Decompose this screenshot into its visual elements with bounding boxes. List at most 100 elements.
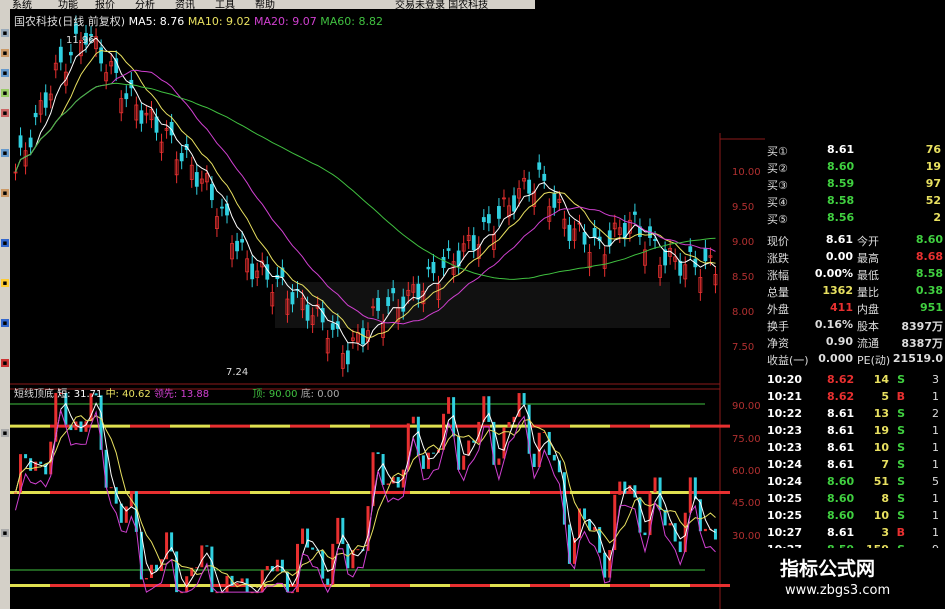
tick-row: 10:24 8.60 51 S 5: [765, 474, 945, 490]
tick-side: S: [897, 492, 905, 505]
tick-price: 8.60: [827, 509, 855, 522]
low-label: 7.24: [226, 367, 248, 378]
tool-icon[interactable]: ▪: [1, 89, 9, 97]
tick-price: 8.61: [827, 458, 855, 471]
ind-y-tick: 90.00: [732, 401, 761, 412]
tool-icon[interactable]: ▪: [1, 529, 9, 537]
tick-count: 1: [932, 492, 939, 505]
side-toolbar: ▪ ▪ ▪ ▪ ▪ ▪ ▪ ▪ ▪ ▪ ▪ ▪ ▪: [0, 9, 10, 609]
y-tick: 8.50: [732, 272, 754, 283]
tick-time: 10:27: [767, 526, 803, 539]
tick-volume: 7: [881, 458, 889, 471]
tick-side: B: [896, 526, 905, 539]
tick-row: 10:27 8.61 3 B 1: [765, 525, 945, 541]
stat-label: 总量: [767, 286, 789, 299]
tool-icon[interactable]: ▪: [1, 319, 9, 327]
tick-price: 8.61: [827, 526, 855, 539]
tick-row: 10:21 8.62 5 B 1: [765, 389, 945, 405]
stat-value: 0.38: [915, 284, 943, 297]
tick-price: 8.61: [827, 441, 855, 454]
y-tick: 9.50: [732, 202, 754, 213]
stat-label: 量比: [857, 286, 879, 299]
bid-row: 买⑤ 8.56 2: [765, 210, 945, 226]
stat-row: 涨跌 0.00 最高 8.68: [765, 249, 945, 265]
y-tick: 9.00: [732, 237, 754, 248]
ma5-label: MA5: 8.76: [128, 15, 185, 28]
menu-item[interactable]: 系统: [12, 0, 32, 9]
stat-value: 8.58: [915, 267, 943, 280]
watermark: 指标公式网 www.zbgs3.com: [730, 548, 945, 609]
bid-label: 买⑤: [767, 213, 788, 226]
stat-value: 21519.0: [892, 352, 943, 365]
tick-row: 10:25 8.60 10 S 1: [765, 508, 945, 524]
tool-icon[interactable]: ▪: [1, 359, 9, 367]
stat-label: 今开: [857, 235, 879, 248]
bid-price: 8.61: [827, 143, 855, 156]
stat-label: 外盘: [767, 303, 789, 316]
bid-volume: 2: [933, 211, 941, 224]
stat-value: 8.68: [915, 250, 943, 263]
stat-label: 股本: [857, 320, 879, 333]
menu-item[interactable]: 功能: [58, 0, 78, 9]
stat-value: 951: [920, 301, 943, 314]
tool-icon[interactable]: ▪: [1, 69, 9, 77]
bid-volume: 52: [925, 194, 941, 207]
main-chart-header: 国农科技(日线 前复权) MA5: 8.76 MA10: 9.02 MA20: …: [14, 13, 383, 29]
ma60-label: MA60: 8.82: [320, 15, 383, 28]
tick-row: 10:24 8.61 7 S 1: [765, 457, 945, 473]
tick-volume: 13: [873, 407, 889, 420]
tool-icon[interactable]: ▪: [1, 49, 9, 57]
bid-price: 8.56: [827, 211, 855, 224]
stat-label: 涨幅: [767, 269, 789, 282]
tool-icon[interactable]: ▪: [1, 279, 9, 287]
tool-icon[interactable]: ▪: [1, 429, 9, 437]
tool-icon[interactable]: ▪: [1, 29, 9, 37]
bid-price: 8.59: [827, 177, 855, 190]
bid-label: 买②: [767, 162, 788, 175]
tick-side: B: [896, 390, 905, 403]
bid-volume: 76: [925, 143, 941, 156]
bid-price: 8.60: [827, 160, 855, 173]
tick-volume: 10: [873, 509, 889, 522]
stat-label: 换手: [767, 320, 789, 333]
stat-value: 0.16%: [814, 318, 853, 331]
menu-item[interactable]: 分析: [135, 0, 155, 9]
tick-volume: 3: [881, 526, 889, 539]
indicator-header: 短线顶底 短: 31.71 中: 40.62 领先: 13.88 顶: 90.0…: [14, 385, 340, 400]
stat-label: 最高: [857, 252, 879, 265]
menu-item[interactable]: 报价: [95, 0, 115, 9]
tool-icon[interactable]: ▪: [1, 189, 9, 197]
stat-label: 现价: [767, 235, 789, 248]
tick-time: 10:23: [767, 441, 803, 454]
stat-row: 收益(一) 0.000 PE(动) 21519.0: [765, 351, 945, 367]
tick-volume: 8: [881, 492, 889, 505]
tick-time: 10:24: [767, 458, 803, 471]
tick-side: S: [897, 441, 905, 454]
tick-time: 10:25: [767, 492, 803, 505]
tick-volume: 51: [873, 475, 889, 488]
tick-price: 8.60: [827, 475, 855, 488]
ma10-label: MA10: 9.02: [187, 15, 251, 28]
tick-count: 1: [932, 526, 939, 539]
menu-item[interactable]: 工具: [215, 0, 235, 9]
kline-chart[interactable]: 11.96 7.24 10.00 9.50 9.00 8.50 8.00 7.5…: [10, 9, 765, 609]
tick-count: 1: [932, 424, 939, 437]
menu-item[interactable]: 帮助: [255, 0, 275, 9]
stat-value: 0.00: [825, 250, 853, 263]
tool-icon[interactable]: ▪: [1, 109, 9, 117]
stat-label: 最低: [857, 269, 879, 282]
menu-item[interactable]: 资讯: [175, 0, 195, 9]
tool-icon[interactable]: ▪: [1, 149, 9, 157]
stat-row: 总量 1362 量比 0.38: [765, 283, 945, 299]
mid-label: 中: 40.62: [105, 389, 151, 400]
tick-side: S: [897, 373, 905, 386]
tick-volume: 19: [873, 424, 889, 437]
tick-time: 10:24: [767, 475, 803, 488]
high-label: 11.96: [66, 35, 95, 46]
bid-volume: 19: [925, 160, 941, 173]
tool-icon[interactable]: ▪: [1, 239, 9, 247]
trade-status: 交易未登录 国农科技: [395, 0, 489, 9]
lead-label: 领先: 13.88: [153, 389, 210, 400]
tick-row: 10:20 8.62 14 S 3: [765, 372, 945, 388]
ind-y-tick: 75.00: [732, 434, 761, 445]
